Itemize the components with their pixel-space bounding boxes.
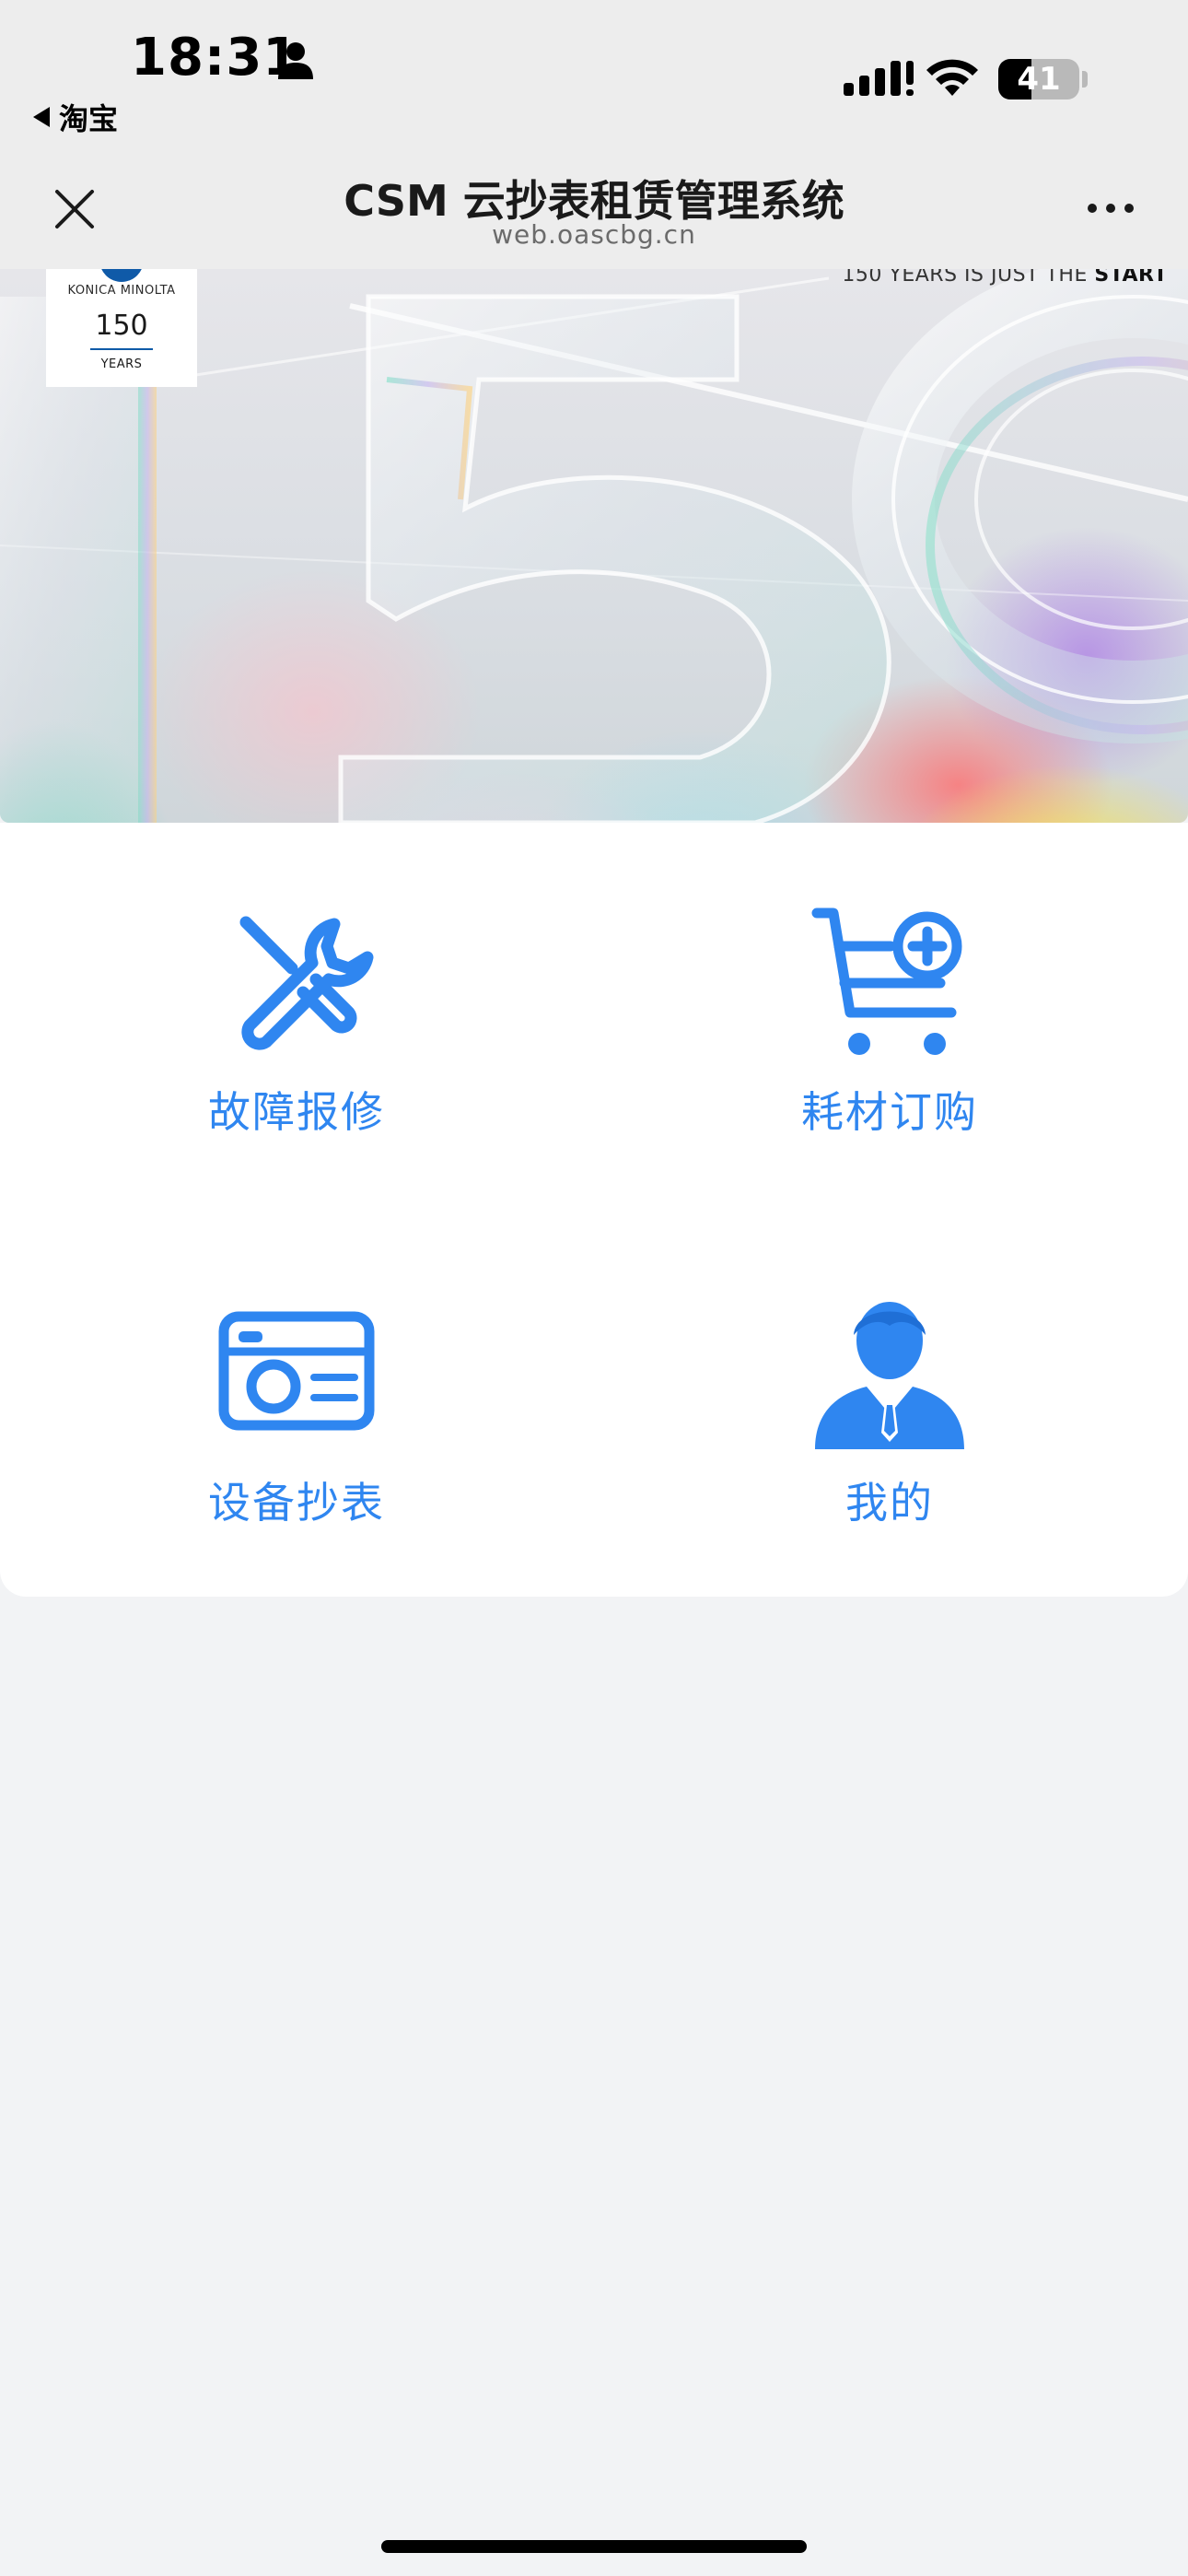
logo-brand-text: KONICA MINOLTA	[67, 284, 176, 298]
back-arrow-icon	[33, 107, 50, 127]
page-domain: web.oascbg.cn	[492, 219, 696, 250]
user-profile-icon	[815, 1302, 964, 1449]
cart-plus-icon	[811, 907, 962, 1055]
status-time: 18:31	[131, 28, 300, 88]
logo-number: 150	[95, 310, 148, 342]
menu-label-profile: 我的	[845, 1478, 934, 1528]
menu-item-profile[interactable]: 我的	[705, 1294, 1074, 1571]
battery-indicator: 41	[998, 59, 1079, 100]
logo-divider	[90, 348, 153, 350]
menu-item-meter-reading[interactable]: 设备抄表	[112, 1294, 481, 1571]
cellular-signal-icon	[844, 61, 914, 96]
menu-label-supplies: 耗材订购	[801, 1087, 978, 1137]
home-indicator[interactable]	[381, 2540, 807, 2553]
back-app-label: 淘宝	[59, 101, 119, 136]
menu-item-supplies[interactable]: 耗材订购	[705, 904, 1074, 1180]
status-bar: 18:31 淘宝 41	[0, 0, 1188, 147]
nav-bar: CSM 云抄表租赁管理系统 web.oascbg.cn	[0, 147, 1188, 269]
more-options-icon[interactable]	[1083, 190, 1138, 227]
logo-years-text: YEARS	[100, 357, 143, 371]
back-to-app-link[interactable]: 淘宝	[33, 96, 118, 138]
menu-item-repair[interactable]: 故障报修	[112, 904, 481, 1180]
wrench-screwdriver-icon	[239, 916, 374, 1050]
battery-cap	[1082, 71, 1088, 88]
banner-tagline: 150 YEARS IS JUST THE START	[842, 269, 1168, 287]
menu-label-meter-reading: 设备抄表	[208, 1478, 385, 1528]
meter-card-icon	[218, 1311, 375, 1431]
battery-level: 41	[1017, 61, 1061, 98]
banner-tagline-emphasis: START	[1094, 269, 1168, 287]
konica-minolta-logo: KONICA MINOLTA 150 YEARS	[46, 269, 197, 387]
menu-label-repair: 故障报修	[208, 1087, 385, 1137]
globe-logo-icon	[99, 269, 144, 282]
function-menu: 故障报修 耗材订购 设备抄表 我的	[0, 823, 1188, 1597]
person-icon	[278, 42, 313, 79]
banner-tagline-prefix: 150 YEARS IS JUST THE	[842, 269, 1095, 287]
promo-banner[interactable]: KONICA MINOLTA 150 YEARS 150 YEARS IS JU…	[0, 269, 1188, 823]
wifi-icon	[926, 59, 978, 96]
